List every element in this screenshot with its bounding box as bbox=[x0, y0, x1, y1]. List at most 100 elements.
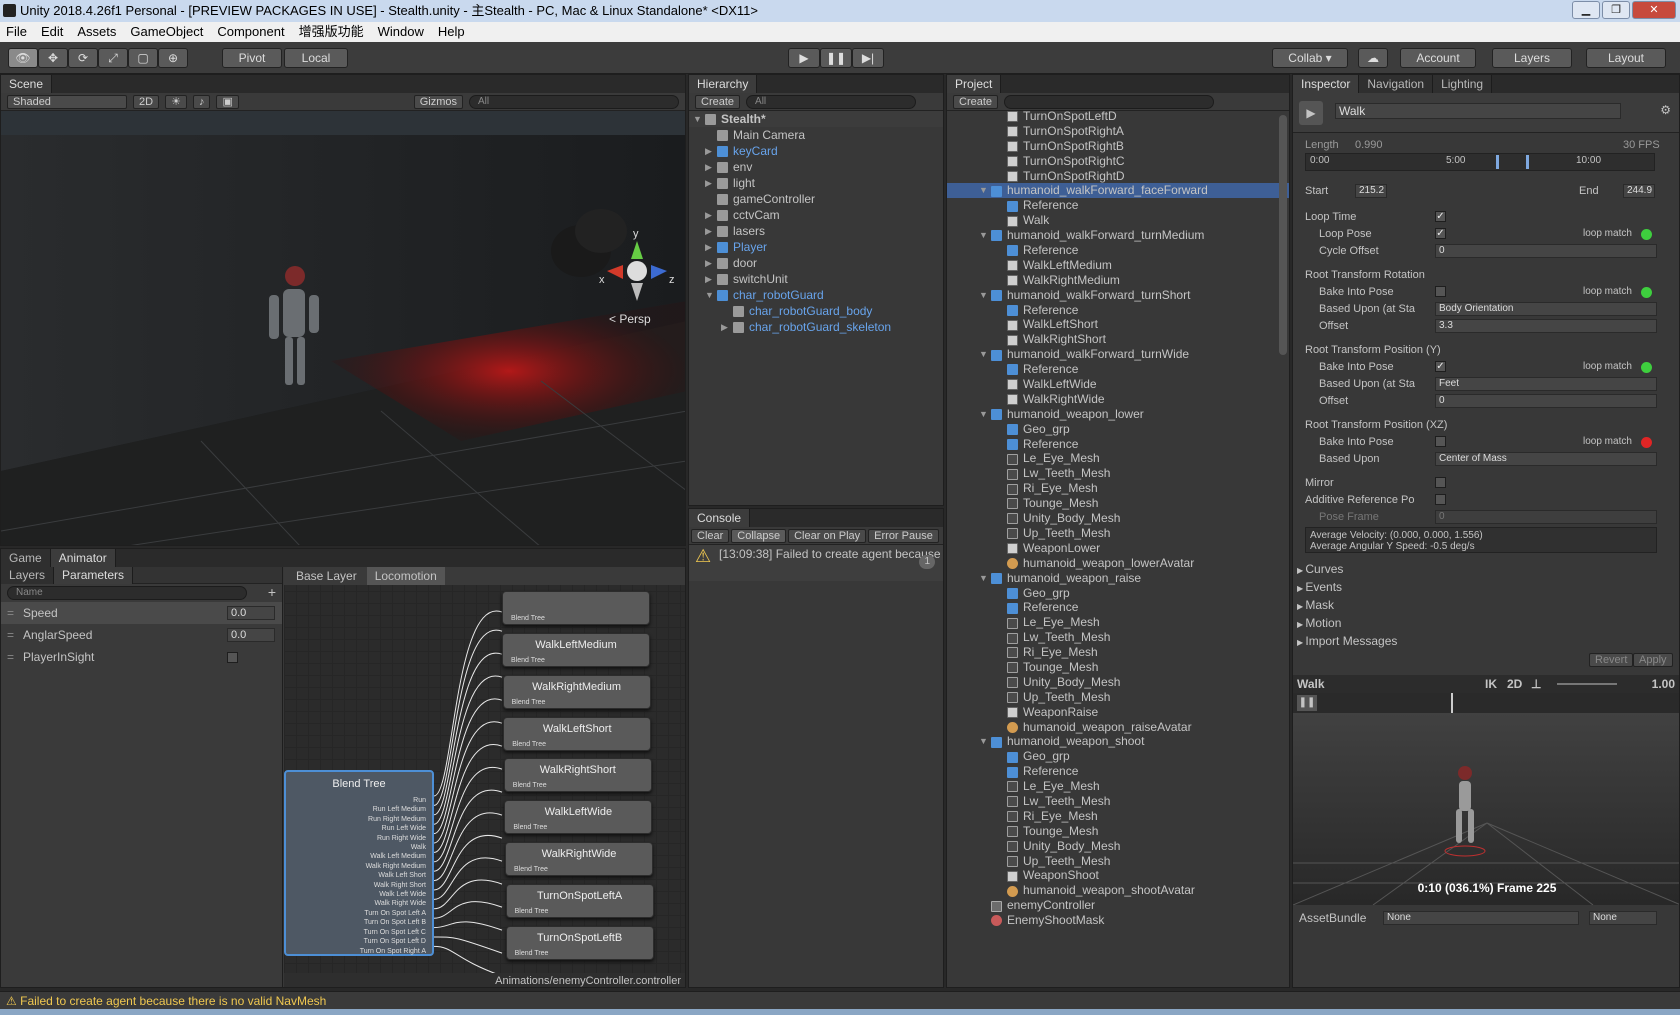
foldout-arrow-icon[interactable]: ▼ bbox=[979, 183, 988, 198]
project-row[interactable]: Le_Eye_Mesh bbox=[947, 779, 1289, 794]
project-row[interactable]: ▼ humanoid_weapon_shoot bbox=[947, 734, 1289, 749]
console-collapse-button[interactable]: Collapse bbox=[731, 528, 787, 543]
start-marker[interactable] bbox=[1496, 155, 1499, 169]
hierarchy-search-input[interactable]: All bbox=[746, 94, 917, 109]
foldout-arrow-icon[interactable]: ▶ bbox=[705, 239, 712, 255]
project-row[interactable]: Reference bbox=[947, 303, 1289, 318]
2d-toggle[interactable]: 2D bbox=[133, 94, 160, 109]
parameter-value-field[interactable]: 0.0 bbox=[227, 606, 275, 620]
scale-tool-icon[interactable]: ⤢ bbox=[98, 48, 128, 68]
project-row[interactable]: Unity_Body_Mesh bbox=[947, 511, 1289, 526]
close-button[interactable]: ✕ bbox=[1632, 1, 1676, 19]
end-field[interactable]: 244.9 bbox=[1623, 184, 1655, 198]
project-row[interactable]: ▼ humanoid_walkForward_turnWide bbox=[947, 347, 1289, 362]
status-bar[interactable]: ⚠ Failed to create agent because there i… bbox=[0, 991, 1680, 1009]
parameter-search-input[interactable]: Name bbox=[7, 586, 247, 600]
blend-input-port[interactable]: Walk bbox=[360, 843, 426, 852]
apply-button[interactable]: Apply bbox=[1633, 653, 1673, 667]
project-row[interactable]: Ri_Eye_Mesh bbox=[947, 809, 1289, 824]
project-row[interactable]: enemyController bbox=[947, 898, 1289, 913]
rot-bake-checkbox[interactable] bbox=[1435, 286, 1446, 297]
hierarchy-row[interactable]: ▶ door bbox=[689, 255, 943, 271]
loop-pose-checkbox[interactable]: ✓ bbox=[1435, 228, 1446, 239]
project-row[interactable]: Up_Teeth_Mesh bbox=[947, 526, 1289, 541]
blend-input-port[interactable]: Turn On Spot Left A bbox=[360, 909, 426, 918]
posy-offset-field[interactable]: 0 bbox=[1435, 394, 1657, 408]
scene-root-row[interactable]: ▼ Stealth* bbox=[689, 111, 943, 127]
blend-input-port[interactable]: Walk Left Short bbox=[360, 871, 426, 880]
blend-input-port[interactable]: Turn On Spot Left C bbox=[360, 928, 426, 937]
project-row[interactable]: ▼ humanoid_walkForward_turnMedium bbox=[947, 228, 1289, 243]
tab-animator[interactable]: Animator bbox=[50, 549, 116, 567]
preview-playhead[interactable] bbox=[1451, 693, 1453, 713]
transform-tool-icon[interactable]: ⊕ bbox=[158, 48, 188, 68]
breadcrumb-locomotion[interactable]: Locomotion bbox=[366, 567, 445, 585]
project-row[interactable]: WalkRightWide bbox=[947, 392, 1289, 407]
console-log-entry[interactable]: ⚠ [13:09:38] Failed to create agent beca… bbox=[689, 545, 943, 581]
blend-input-port[interactable]: Run Right Wide bbox=[360, 834, 426, 843]
foldout-arrow-icon[interactable]: ▼ bbox=[979, 228, 988, 243]
layout-dropdown[interactable]: Layout bbox=[1586, 48, 1666, 68]
project-row[interactable]: TurnOnSpotRightA bbox=[947, 124, 1289, 139]
clip-timeline[interactable]: 0:00 5:00 10:00 bbox=[1305, 153, 1655, 171]
pivot-toggle-icon[interactable]: ⊥ bbox=[1531, 675, 1541, 693]
project-row[interactable]: ▼ humanoid_walkForward_faceForward bbox=[947, 183, 1289, 199]
hierarchy-row[interactable]: ▶ light bbox=[689, 175, 943, 191]
hierarchy-row[interactable]: ▶ switchUnit bbox=[689, 271, 943, 287]
hierarchy-row[interactable]: ▶ char_robotGuard_skeleton bbox=[689, 319, 943, 335]
foldout-arrow-icon[interactable]: ▶ bbox=[705, 159, 712, 175]
rot-offset-field[interactable]: 3.3 bbox=[1435, 319, 1657, 333]
loop-time-checkbox[interactable]: ✓ bbox=[1435, 211, 1446, 222]
preview-2d-toggle[interactable]: 2D bbox=[1507, 675, 1522, 693]
menu-edit[interactable]: Edit bbox=[41, 22, 63, 42]
console-clear-button[interactable]: Clear bbox=[691, 528, 730, 543]
audio-toggle-icon[interactable]: ♪ bbox=[192, 94, 211, 109]
posxz-bake-checkbox[interactable] bbox=[1435, 436, 1446, 447]
console-clear-on-play-button[interactable]: Clear on Play bbox=[788, 528, 867, 543]
project-row[interactable]: Reference bbox=[947, 243, 1289, 258]
step-button[interactable]: ▶| bbox=[852, 48, 884, 68]
project-row[interactable]: Unity_Body_Mesh bbox=[947, 839, 1289, 854]
foldout-arrow-icon[interactable]: ▶ bbox=[705, 255, 712, 271]
foldout-arrow-icon[interactable]: ▶ bbox=[721, 319, 728, 335]
drag-handle-icon[interactable]: = bbox=[7, 602, 14, 624]
blend-input-port[interactable]: Turn On Spot Right A bbox=[360, 947, 426, 956]
blend-input-port[interactable]: Run Left Wide bbox=[360, 824, 426, 833]
collab-button[interactable]: Collab ▾ bbox=[1272, 48, 1348, 68]
parameter-row[interactable]: = Speed 0.0 bbox=[1, 602, 282, 624]
project-row[interactable]: Walk bbox=[947, 213, 1289, 228]
hierarchy-row[interactable]: ▶ env bbox=[689, 159, 943, 175]
revert-button[interactable]: Revert bbox=[1589, 653, 1634, 667]
animator-layers-tab[interactable]: Layers bbox=[1, 567, 55, 584]
project-row[interactable]: ▼ humanoid_weapon_raise bbox=[947, 571, 1289, 586]
foldout-arrow-icon[interactable]: ▼ bbox=[979, 288, 988, 303]
blend-input-port[interactable]: Run Right Medium bbox=[360, 815, 426, 824]
drag-handle-icon[interactable]: = bbox=[7, 646, 14, 668]
parameter-bool-checkbox[interactable] bbox=[227, 652, 238, 663]
foldout-arrow-icon[interactable]: ▶ bbox=[705, 271, 712, 287]
project-row[interactable]: Ri_Eye_Mesh bbox=[947, 645, 1289, 660]
account-dropdown[interactable]: Account bbox=[1400, 48, 1476, 68]
project-row[interactable]: WalkLeftWide bbox=[947, 377, 1289, 392]
hierarchy-row[interactable]: ▼ char_robotGuard bbox=[689, 287, 943, 303]
hierarchy-row[interactable]: ▶ Player bbox=[689, 239, 943, 255]
posxz-based-upon-dropdown[interactable]: Center of Mass bbox=[1435, 452, 1657, 466]
project-scrollbar[interactable] bbox=[1279, 115, 1287, 355]
project-row[interactable]: Geo_grp bbox=[947, 586, 1289, 601]
lighting-toggle-icon[interactable]: ☀ bbox=[165, 94, 187, 109]
foldout-events[interactable]: ▶ Events bbox=[1297, 579, 1397, 597]
foldout-curves[interactable]: ▶ Curves bbox=[1297, 561, 1397, 579]
tab-console[interactable]: Console bbox=[689, 509, 751, 527]
motion-node[interactable]: WalkRightMedium Blend Tree bbox=[502, 674, 651, 709]
preview-viewport[interactable]: 0:10 (036.1%) Frame 225 bbox=[1293, 713, 1679, 905]
scene-search-input[interactable]: All bbox=[469, 94, 679, 109]
mirror-checkbox[interactable] bbox=[1435, 477, 1446, 488]
motion-node[interactable]: WalkLeftShort Blend Tree bbox=[503, 716, 652, 751]
project-row[interactable]: Lw_Teeth_Mesh bbox=[947, 794, 1289, 809]
blend-input-port[interactable]: Walk Left Medium bbox=[360, 852, 426, 861]
pivot-button[interactable]: Pivot bbox=[222, 48, 282, 68]
local-button[interactable]: Local bbox=[284, 48, 348, 68]
motion-node[interactable]: TurnOnSpotLeftA Blend Tree bbox=[505, 883, 654, 918]
console-error-pause-button[interactable]: Error Pause bbox=[868, 528, 939, 543]
blend-input-port[interactable]: Walk Right Wide bbox=[360, 899, 426, 908]
